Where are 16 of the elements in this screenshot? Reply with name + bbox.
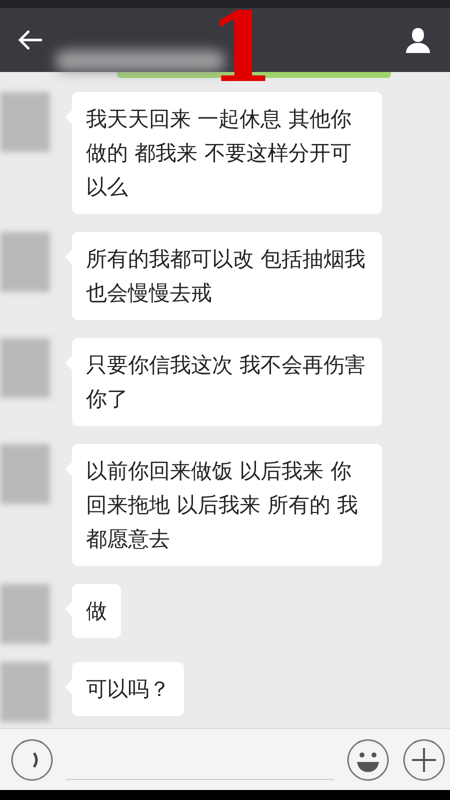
message-bubble: 做 bbox=[72, 584, 121, 638]
avatar[interactable] bbox=[0, 444, 50, 504]
avatar[interactable] bbox=[0, 584, 50, 644]
message-bubble: 只要你信我这次 我不会再伤害你了 bbox=[72, 338, 382, 426]
avatar[interactable] bbox=[0, 338, 50, 398]
message-bubble: 我天天回来 一起休息 其他你做的 都我来 不要这样分开可以么 bbox=[72, 92, 382, 214]
avatar[interactable] bbox=[0, 232, 50, 292]
avatar[interactable] bbox=[0, 662, 50, 722]
message-bubble: 所有的我都可以改 包括抽烟我也会慢慢去戒 bbox=[72, 232, 382, 320]
smiley-icon[interactable] bbox=[346, 738, 390, 782]
person-icon[interactable] bbox=[404, 26, 432, 54]
plus-icon[interactable] bbox=[402, 738, 446, 782]
avatar[interactable] bbox=[0, 92, 50, 152]
back-icon[interactable] bbox=[18, 29, 44, 51]
message-bubble: 以前你回来做饭 以后我来 你回来拖地 以后我来 所有的 我都愿意去 bbox=[72, 444, 382, 566]
message-bubble: 可以吗？ bbox=[72, 662, 184, 716]
